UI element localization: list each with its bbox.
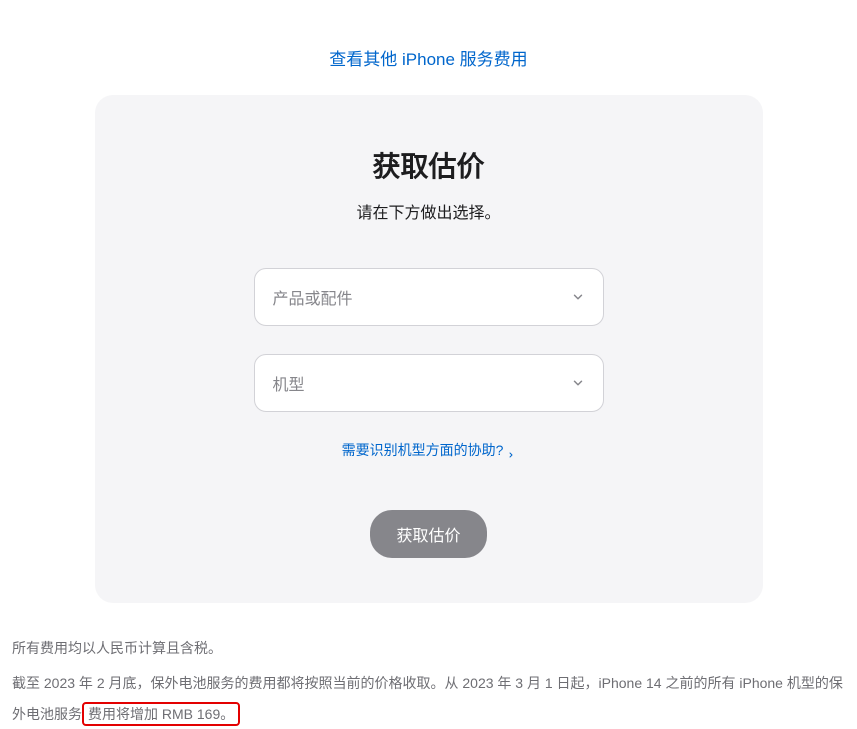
product-select-placeholder: 产品或配件 [273, 285, 353, 309]
model-select-wrapper: 机型 [254, 354, 604, 412]
footer-disclaimer: 所有费用均以人民币计算且含税。 截至 2023 年 2 月底，保外电池服务的费用… [0, 603, 857, 729]
card-subtitle: 请在下方做出选择。 [135, 199, 723, 223]
help-link-label: 需要识别机型方面的协助? [342, 440, 504, 460]
other-services-link[interactable]: 查看其他 iPhone 服务费用 [329, 50, 527, 69]
chevron-down-icon [571, 290, 585, 304]
top-link-wrapper: 查看其他 iPhone 服务费用 [0, 0, 857, 95]
get-estimate-button[interactable]: 获取估价 [370, 510, 486, 558]
price-increase-highlight: 费用将增加 RMB 169。 [82, 702, 240, 726]
footer-line-1: 所有费用均以人民币计算且含税。 [12, 633, 845, 664]
model-select-placeholder: 机型 [273, 371, 305, 395]
model-select[interactable]: 机型 [254, 354, 604, 412]
footer-line-2: 截至 2023 年 2 月底，保外电池服务的费用都将按照当前的价格收取。从 20… [12, 668, 845, 729]
help-identify-link[interactable]: 需要识别机型方面的协助? [342, 440, 516, 460]
card-title: 获取估价 [135, 145, 723, 185]
estimate-card: 获取估价 请在下方做出选择。 产品或配件 机型 需要识别机型方面的协助? [95, 95, 763, 603]
page-container: 查看其他 iPhone 服务费用 获取估价 请在下方做出选择。 产品或配件 机型… [0, 0, 857, 729]
product-select[interactable]: 产品或配件 [254, 268, 604, 326]
chevron-down-icon [571, 376, 585, 390]
product-select-wrapper: 产品或配件 [254, 268, 604, 326]
chevron-right-icon [507, 446, 515, 454]
